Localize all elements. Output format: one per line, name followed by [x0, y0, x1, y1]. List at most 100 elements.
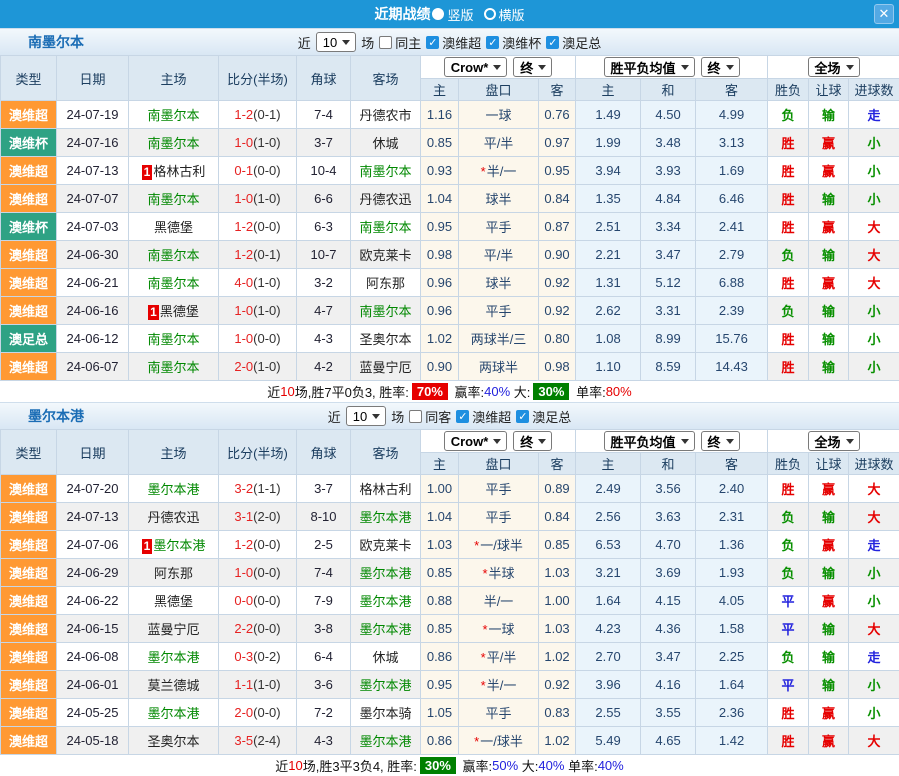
league-checkbox-0[interactable]: 澳维超	[456, 407, 511, 426]
home-team-name: 墨尔本港	[147, 706, 199, 721]
away-team-name: 南墨尔本	[359, 220, 411, 235]
score: 1-0(1-0)	[219, 185, 297, 213]
avg-draw-odds: 8.99	[641, 325, 696, 353]
result-goals: 小	[849, 185, 899, 213]
avg-home-odds: 2.62	[576, 297, 641, 325]
away-team: 墨尔本骑	[351, 699, 421, 727]
fulltime-score: 0-1	[234, 163, 253, 178]
vertical-layout-label[interactable]: 竖版	[447, 5, 473, 24]
odds-away: 0.92	[539, 671, 576, 699]
score: 1-0(0-0)	[219, 325, 297, 353]
match-row: 澳维杯 24-07-03 黑德堡 1-2(0-0) 6-3 南墨尔本 0.95 …	[1, 213, 899, 241]
same-venue-checkbox[interactable]: 同客	[409, 407, 451, 426]
handicap-text: 一/球半	[480, 734, 523, 749]
fulltime-score: 2-2	[234, 621, 253, 636]
result-handicap: 赢	[809, 727, 849, 755]
games-count-select[interactable]: 10	[316, 32, 356, 52]
dialog-titlebar: 近期战绩 竖版 横版 ✕	[0, 0, 899, 28]
team-name: 墨尔本港	[28, 406, 84, 426]
subcolumn-header: 客	[696, 453, 768, 475]
league-checkbox-0[interactable]: 澳维超	[426, 33, 481, 52]
home-team: 南墨尔本	[129, 353, 219, 381]
odds-home: 1.04	[421, 185, 459, 213]
checkbox-label: 澳维超	[472, 407, 511, 426]
away-team-name: 欧克莱卡	[359, 538, 411, 553]
match-scope-select[interactable]: 全场	[808, 431, 860, 451]
avg-away-odds: 4.05	[696, 587, 768, 615]
handicap-text: 半/一	[487, 678, 517, 693]
vertical-layout-radio[interactable]	[432, 8, 444, 20]
odds-final-select[interactable]: 终	[513, 431, 552, 451]
score: 0-3(0-2)	[219, 643, 297, 671]
summary-text: 赢率:	[451, 382, 484, 401]
odds-source-select[interactable]: Crow*	[444, 431, 508, 451]
summary-text: 近	[275, 756, 288, 775]
league-badge: 澳维杯	[1, 213, 57, 241]
corners: 7-4	[297, 559, 351, 587]
close-icon[interactable]: ✕	[874, 4, 894, 24]
match-scope-select[interactable]: 全场	[808, 57, 860, 77]
fulltime-score: 1-2	[234, 537, 253, 552]
checkbox-icon[interactable]	[516, 410, 529, 423]
checkbox-icon[interactable]	[379, 36, 392, 49]
league-checkbox-1[interactable]: 澳维杯	[486, 33, 541, 52]
chevron-down-icon	[846, 439, 854, 444]
result-handicap: 输	[809, 559, 849, 587]
handicap: *一球	[459, 101, 539, 129]
games-count-select[interactable]: 10	[346, 406, 386, 426]
avg-final-select[interactable]: 终	[701, 431, 740, 451]
horizontal-layout-radio[interactable]	[484, 8, 496, 20]
handicap-text: 半球	[489, 566, 515, 581]
league-checkbox-2[interactable]: 澳足总	[546, 33, 601, 52]
checkbox-icon[interactable]	[546, 36, 559, 49]
away-team: 墨尔本港	[351, 615, 421, 643]
select-value: 终	[708, 58, 721, 77]
odds-final-select[interactable]: 终	[513, 57, 552, 77]
halftime-score: (0-0)	[253, 593, 280, 608]
away-team-name: 南墨尔本	[359, 304, 411, 319]
summary-text: 大:	[518, 756, 538, 775]
avg-draw-odds: 3.34	[641, 213, 696, 241]
home-team-name: 南墨尔本	[147, 248, 199, 263]
odds-away: 0.84	[539, 185, 576, 213]
checkbox-icon[interactable]	[426, 36, 439, 49]
checkbox-icon[interactable]	[409, 410, 422, 423]
avg-type-select[interactable]: 胜平负均值	[604, 431, 695, 451]
same-venue-checkbox[interactable]: 同主	[379, 33, 421, 52]
match-date: 24-07-03	[57, 213, 129, 241]
select-value: 10	[353, 409, 367, 424]
fulltime-score: 4-0	[234, 275, 253, 290]
subcolumn-header: 胜负	[768, 79, 809, 101]
rank-badge: 1	[148, 305, 159, 320]
horizontal-layout-label[interactable]: 横版	[499, 5, 525, 24]
checkbox-icon[interactable]	[486, 36, 499, 49]
handicap: *平/半	[459, 241, 539, 269]
odds-source-select[interactable]: Crow*	[444, 57, 508, 77]
control-label: 场	[391, 407, 404, 426]
league-checkbox-1[interactable]: 澳足总	[516, 407, 571, 426]
result-wdl: 负	[768, 531, 809, 559]
avg-type-select[interactable]: 胜平负均值	[604, 57, 695, 77]
subcolumn-header: 客	[696, 79, 768, 101]
handicap: *平/半	[459, 129, 539, 157]
handicap-text: 平手	[485, 706, 511, 721]
result-goals: 大	[849, 241, 899, 269]
away-team: 墨尔本港	[351, 671, 421, 699]
avg-final-select[interactable]: 终	[701, 57, 740, 77]
result-goals: 小	[849, 353, 899, 381]
home-team-name: 南墨尔本	[147, 360, 199, 375]
checkbox-icon[interactable]	[456, 410, 469, 423]
odds-home: 1.03	[421, 531, 459, 559]
away-team-name: 格林古利	[359, 482, 411, 497]
match-row: 澳维超 24-06-15 蓝曼宁厄 2-2(0-0) 3-8 墨尔本港 0.85…	[1, 615, 899, 643]
league-badge: 澳维超	[1, 297, 57, 325]
summary-stat-value: 40%	[484, 384, 510, 399]
corners: 6-3	[297, 213, 351, 241]
odds-home: 1.00	[421, 475, 459, 503]
result-goals: 走	[849, 531, 899, 559]
match-date: 24-07-16	[57, 129, 129, 157]
score: 0-0(0-0)	[219, 587, 297, 615]
odds-home: 0.98	[421, 241, 459, 269]
avg-away-odds: 15.76	[696, 325, 768, 353]
score: 1-2(0-1)	[219, 101, 297, 129]
